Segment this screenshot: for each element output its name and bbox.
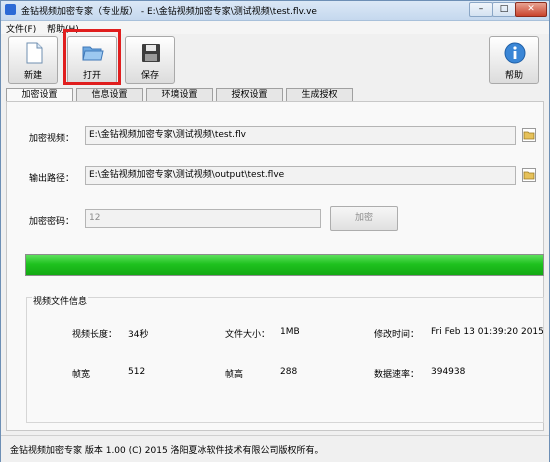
output-label: 输出路径： bbox=[29, 174, 75, 184]
help-button[interactable]: 帮助 bbox=[489, 36, 539, 84]
app-icon bbox=[5, 4, 16, 15]
tab-generate-license[interactable]: 生成授权 bbox=[286, 88, 353, 101]
status-text: 金钻视频加密专家 版本 1.00 (C) 2015 洛阳夏冰软件技术有限公司版权… bbox=[10, 446, 324, 456]
bitrate-label: 数据速率： bbox=[374, 370, 420, 380]
tab-encrypt-settings[interactable]: 加密设置 bbox=[6, 88, 73, 102]
minimize-button[interactable]: – bbox=[469, 2, 493, 17]
password-field[interactable]: 12 bbox=[85, 209, 321, 228]
output-path-field[interactable]: E:\金钻视频加密专家\测试视频\output\test.flve bbox=[85, 166, 516, 185]
frame-height-label: 帧高 bbox=[225, 370, 244, 380]
progress-bar bbox=[25, 254, 544, 276]
browse-video-button[interactable] bbox=[522, 128, 536, 142]
save-button[interactable]: 保存 bbox=[125, 36, 175, 84]
status-bar: 金钻视频加密专家 版本 1.00 (C) 2015 洛阳夏冰软件技术有限公司版权… bbox=[1, 435, 549, 462]
open-button-highlight bbox=[63, 29, 121, 85]
floppy-disk-icon bbox=[142, 44, 160, 62]
video-info-group bbox=[26, 297, 544, 423]
frame-width-value: 512 bbox=[128, 367, 146, 377]
duration-value: 34秒 bbox=[128, 330, 149, 340]
folder-icon bbox=[523, 171, 535, 180]
tab-info-settings[interactable]: 信息设置 bbox=[76, 88, 143, 101]
new-document-icon bbox=[26, 42, 43, 64]
maximize-button[interactable]: □ bbox=[492, 2, 516, 17]
new-button[interactable]: 新建 bbox=[8, 36, 58, 84]
app-window: 金钻视频加密专家（专业版） - E:\金钻视频加密专家\测试视频\test.fl… bbox=[0, 0, 550, 462]
video-info-title: 视频文件信息 bbox=[32, 294, 89, 307]
tab-license-settings[interactable]: 授权设置 bbox=[216, 88, 283, 101]
window-title: 金钻视频加密专家（专业版） - E:\金钻视频加密专家\测试视频\test.fl… bbox=[21, 7, 317, 17]
folder-icon bbox=[523, 131, 535, 140]
file-size-label: 文件大小： bbox=[225, 330, 271, 340]
save-button-label: 保存 bbox=[140, 71, 159, 81]
help-button-label: 帮助 bbox=[504, 71, 523, 81]
bitrate-value: 394938 bbox=[431, 367, 466, 377]
frame-width-label: 帧宽 bbox=[72, 370, 91, 380]
close-button[interactable]: ✕ bbox=[515, 2, 547, 17]
duration-label: 视频长度： bbox=[72, 330, 118, 340]
frame-height-value: 288 bbox=[280, 367, 298, 377]
file-size-value: 1MB bbox=[280, 327, 300, 337]
modified-time-label: 修改时间： bbox=[374, 330, 420, 340]
progress-fill bbox=[26, 255, 543, 275]
tab-environment-settings[interactable]: 环境设置 bbox=[146, 88, 213, 101]
password-label: 加密密码： bbox=[29, 217, 75, 227]
info-icon bbox=[504, 42, 526, 64]
video-path-field[interactable]: E:\金钻视频加密专家\测试视频\test.flv bbox=[85, 126, 516, 145]
new-button-label: 新建 bbox=[23, 71, 42, 81]
video-label: 加密视频： bbox=[29, 134, 75, 144]
modified-time-value: Fri Feb 13 01:39:20 2015 bbox=[431, 327, 544, 337]
title-bar[interactable]: 金钻视频加密专家（专业版） - E:\金钻视频加密专家\测试视频\test.fl… bbox=[1, 1, 549, 21]
browse-output-button[interactable] bbox=[522, 168, 536, 182]
encrypt-button[interactable]: 加密 bbox=[330, 206, 398, 231]
